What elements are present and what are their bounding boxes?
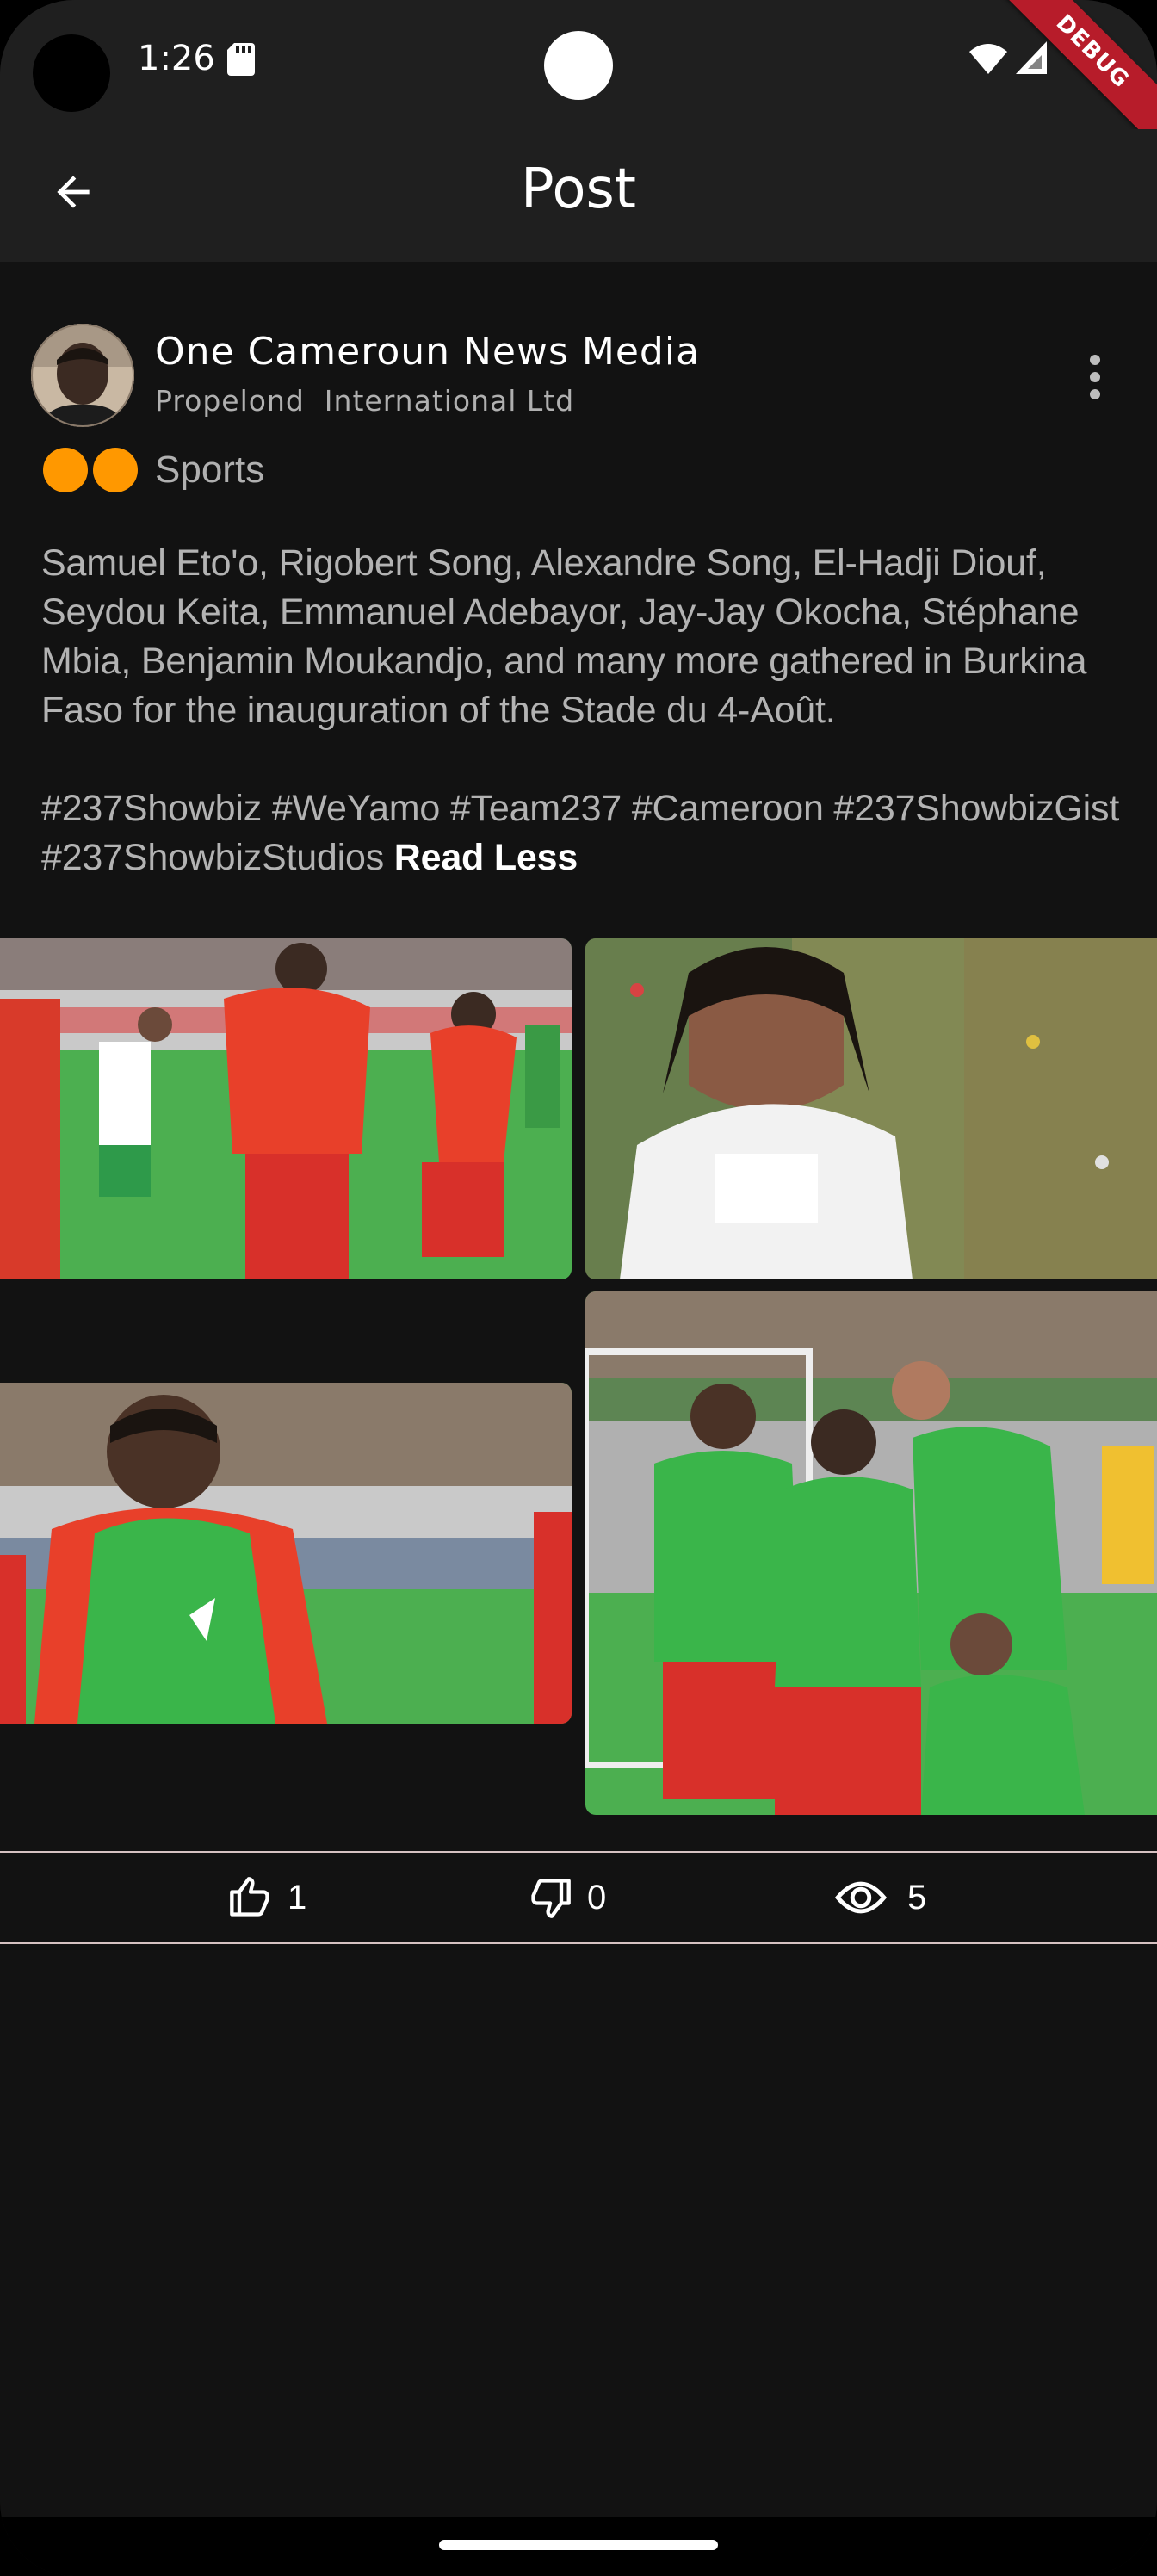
author-name[interactable]: One Cameroun News Media bbox=[155, 329, 700, 375]
views-count: 5 bbox=[907, 1879, 927, 1917]
views-indicator: 5 bbox=[835, 1853, 926, 1942]
post-hashtags: #237Showbiz #WeYamo #Team237 #Cameroon #… bbox=[41, 788, 1120, 878]
post-hashtags-line: #237Showbiz #WeYamo #Team237 #Cameroon #… bbox=[41, 784, 1135, 882]
app-bar: Post bbox=[0, 129, 1157, 262]
post-image-1[interactable] bbox=[0, 938, 572, 1279]
dislike-button[interactable]: 0 bbox=[525, 1853, 606, 1942]
post-image-3[interactable] bbox=[0, 1383, 572, 1724]
home-indicator[interactable] bbox=[439, 2540, 718, 2550]
back-button[interactable] bbox=[34, 153, 112, 231]
post-body: Samuel Eto'o, Rigobert Song, Alexandre S… bbox=[41, 539, 1135, 882]
author-organization: Propelond International Ltd bbox=[155, 384, 575, 418]
status-time: 1:26 bbox=[138, 39, 215, 78]
category-label: Sports bbox=[155, 449, 265, 491]
smiling-player-photo bbox=[0, 1383, 572, 1724]
category-dot-icon bbox=[93, 448, 138, 492]
thumb-up-icon bbox=[230, 1877, 269, 1917]
sd-card-icon bbox=[227, 43, 255, 76]
front-camera-cutout bbox=[33, 34, 110, 112]
category-tag[interactable]: Sports bbox=[43, 446, 264, 494]
more-vert-icon bbox=[1090, 355, 1100, 399]
dislike-count: 0 bbox=[587, 1879, 607, 1917]
eye-icon bbox=[835, 1881, 887, 1914]
football-players-photo bbox=[0, 938, 572, 1279]
phone-screen: 1:26 DEBUG Post One Cameroun News Media … bbox=[0, 0, 1157, 2576]
like-button[interactable]: 1 bbox=[226, 1853, 306, 1942]
camera-dot bbox=[544, 31, 613, 100]
coach-in-stadium-photo bbox=[585, 938, 1157, 1279]
cell-signal-icon bbox=[1016, 41, 1047, 74]
arrow-back-icon bbox=[57, 176, 90, 208]
post-image-2[interactable] bbox=[585, 938, 1157, 1279]
players-group-photo bbox=[585, 1291, 1157, 1815]
thumb-down-icon bbox=[531, 1879, 571, 1918]
more-options-button[interactable] bbox=[1071, 344, 1119, 410]
read-less-link[interactable]: Read Less bbox=[394, 837, 578, 878]
category-dot-icon bbox=[43, 448, 88, 492]
status-bar: 1:26 DEBUG bbox=[0, 0, 1157, 156]
reaction-bar: 1 0 5 bbox=[0, 1851, 1157, 1944]
author-avatar[interactable] bbox=[31, 324, 134, 427]
post-text: Samuel Eto'o, Rigobert Song, Alexandre S… bbox=[41, 542, 1087, 731]
post-image-4[interactable] bbox=[585, 1291, 1157, 1815]
wifi-icon bbox=[969, 44, 1007, 74]
page-title: Post bbox=[521, 158, 636, 221]
like-count: 1 bbox=[288, 1879, 307, 1917]
avatar-photo bbox=[31, 324, 134, 427]
